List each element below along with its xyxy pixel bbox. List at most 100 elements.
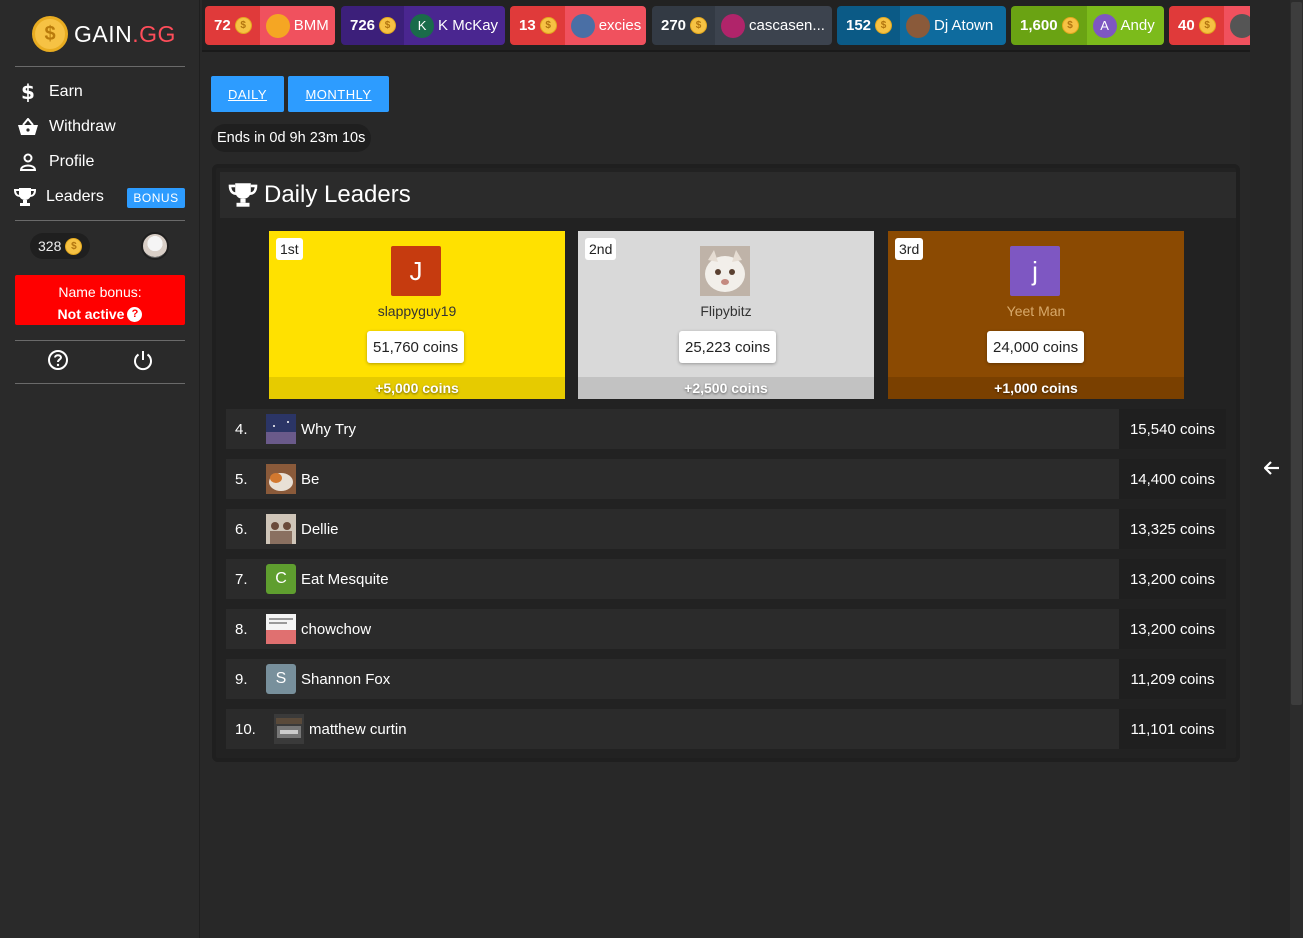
nav-item-withdraw[interactable]: Withdraw [17, 113, 116, 141]
help-icon[interactable]: ? [127, 306, 143, 322]
leader-rank: 8. [235, 620, 248, 638]
ticker-amount: 1,600 $ [1011, 6, 1087, 45]
monthly-button[interactable]: MONTHLY [288, 76, 389, 112]
avatar [721, 13, 746, 38]
podium-coins: 51,760 coins [367, 331, 465, 363]
rank-badge: 2nd [585, 238, 617, 260]
coin-icon: $ [65, 237, 83, 255]
help-button[interactable] [46, 349, 70, 374]
ticker-user: BMM [259, 6, 335, 45]
leader-coins: 11,209 coins [1119, 659, 1226, 699]
leader-row[interactable]: 6. Dellie 13,325 coins [226, 509, 1226, 549]
trophy-icon [14, 186, 36, 208]
basket-icon [17, 116, 39, 138]
svg-text:$: $ [21, 82, 35, 102]
ticker-user: Dj Atown [900, 6, 1006, 45]
trophy-icon [228, 182, 258, 208]
avatar: C [266, 564, 296, 594]
ticker-amount: 270 $ [652, 6, 716, 45]
logout-button[interactable] [131, 350, 155, 374]
leader-coins: 15,540 coins [1119, 409, 1226, 449]
ticker-item[interactable]: 13 $ excies [510, 6, 646, 45]
avatar [265, 13, 290, 38]
nav-item-earn[interactable]: $ Earn [17, 78, 83, 106]
leader-name: matthew curtin [309, 720, 407, 738]
logo[interactable]: $ GAIN.GG [32, 15, 176, 53]
coin-icon: $ [539, 17, 557, 34]
avatar: A [1092, 13, 1117, 38]
leader-name: Be [301, 470, 320, 488]
ticker-item[interactable]: 152 $ Dj Atown [837, 6, 1006, 45]
coin-icon: $ [379, 17, 397, 34]
daily-button[interactable]: DAILY [211, 76, 284, 112]
avatar [570, 13, 595, 38]
ticker-item[interactable]: 40 $ [1169, 6, 1250, 45]
sidebar-divider [15, 66, 185, 67]
rank-badge: 3rd [895, 238, 924, 260]
name-bonus-status: Not active [57, 306, 125, 322]
ticker-item[interactable]: 726 $ KK McKay [341, 6, 505, 45]
podium-name: Flipybitz [700, 303, 752, 319]
avatar [700, 246, 750, 296]
leader-row[interactable]: 5. Be 14,400 coins [226, 459, 1226, 499]
avatar: S [266, 664, 296, 694]
leader-rank: 10. [235, 720, 256, 738]
avatar [274, 714, 304, 744]
arrow-left-icon [1263, 460, 1280, 480]
ticker-user: cascasen... [715, 6, 832, 45]
collapse-button[interactable] [1262, 460, 1282, 480]
ticker-amount: 726 $ [341, 6, 405, 45]
avatar[interactable] [141, 232, 169, 260]
avatar: j [1010, 246, 1060, 296]
leader-row[interactable]: 8. chowchow 13,200 coins [226, 609, 1226, 649]
podium-coins: 24,000 coins [987, 331, 1085, 363]
leader-row[interactable]: 10. matthew curtin 11,101 coins [226, 709, 1226, 749]
sidebar: $ GAIN.GG $ Earn Withdraw Profile Leader… [0, 0, 200, 938]
leader-rank: 9. [235, 670, 248, 688]
leader-name: Shannon Fox [301, 670, 391, 688]
avatar: J [391, 246, 441, 296]
nav-item-leaders[interactable]: Leaders [14, 183, 104, 211]
leader-name: Dellie [301, 520, 339, 538]
podium-second[interactable]: 2nd Flipybitz 25,223 coins +2,500 coins [578, 231, 874, 399]
leader-rank: 7. [235, 570, 248, 588]
leader-coins: 13,200 coins [1119, 559, 1226, 599]
avatar [906, 13, 931, 38]
avatar [266, 464, 296, 494]
leader-rank: 4. [235, 420, 248, 438]
avatar [1229, 13, 1250, 38]
ticker-item[interactable]: 270 $ cascasen... [652, 6, 832, 45]
podium-third[interactable]: 3rd j Yeet Man 24,000 coins +1,000 coins [888, 231, 1184, 399]
name-bonus-title: Name bonus: [58, 284, 142, 300]
leader-row[interactable]: 4. Why Try 15,540 coins [226, 409, 1226, 449]
avatar [266, 514, 296, 544]
leader-coins: 13,200 coins [1119, 609, 1226, 649]
ticker-amount: 72 $ [205, 6, 260, 45]
ticker-amount: 13 $ [510, 6, 565, 45]
nav-label: Earn [49, 83, 83, 100]
leader-coins: 14,400 coins [1119, 459, 1226, 499]
leader-row[interactable]: 9. S Shannon Fox 11,209 coins [226, 659, 1226, 699]
recent-earnings-ticker: 72 $ BMM 726 $ KK McKay 13 $ excies 270 $ ca… [202, 0, 1250, 52]
podium-first[interactable]: 1st J slappyguy19 51,760 coins +5,000 co… [269, 231, 565, 399]
power-icon [132, 349, 154, 376]
dollar-icon: $ [17, 81, 39, 103]
scrollbar-thumb[interactable] [1291, 2, 1302, 705]
balance-pill: 328 $ [30, 233, 91, 259]
podium-bonus: +5,000 coins [269, 377, 565, 399]
ticker-item[interactable]: 72 $ BMM [205, 6, 335, 45]
ticker-amount: 40 $ [1169, 6, 1224, 45]
name-bonus-box[interactable]: Name bonus: Not active? [15, 275, 185, 325]
podium-bonus: +2,500 coins [578, 377, 874, 399]
countdown: Ends in 0d 9h 23m 10s [211, 124, 372, 152]
nav-item-profile[interactable]: Profile [17, 148, 94, 176]
sidebar-divider [15, 220, 185, 221]
coin-icon: $ [875, 17, 893, 34]
nav-label: Leaders [46, 188, 104, 205]
ticker-item[interactable]: 1,600 $ A Andy [1011, 6, 1164, 45]
leader-row[interactable]: 7. C Eat Mesquite 13,200 coins [226, 559, 1226, 599]
podium-name: Yeet Man [1006, 303, 1066, 319]
logo-text: GAIN.GG [74, 20, 176, 47]
bonus-badge: BONUS [127, 188, 185, 208]
avatar: K [410, 13, 435, 38]
